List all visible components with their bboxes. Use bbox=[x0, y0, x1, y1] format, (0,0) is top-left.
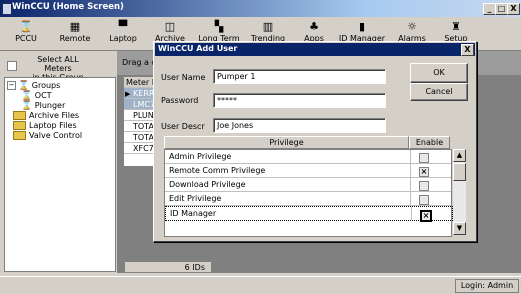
remote-icon: ▦ bbox=[69, 20, 81, 33]
privilege-name: Remote Comm Privilege bbox=[169, 166, 266, 175]
long-term-icon: ▚ bbox=[214, 20, 224, 33]
collapse-icon[interactable]: − bbox=[7, 81, 16, 90]
enable-column-header[interactable]: Enable bbox=[409, 136, 450, 149]
tree-item-oct[interactable]: ⌛ OCT bbox=[21, 91, 52, 101]
tree-label: Laptop Files bbox=[29, 121, 77, 130]
select-all-meters[interactable]: Select ALL Meters in this Group bbox=[5, 55, 110, 82]
meter-icon: ⌛ bbox=[21, 91, 33, 101]
dialog-title: WinCCU Add User bbox=[158, 44, 238, 53]
enable-checkbox[interactable] bbox=[419, 195, 429, 205]
privilege-name: ID Manager bbox=[170, 209, 217, 218]
tree-item-laptop-files[interactable]: Laptop Files bbox=[13, 121, 77, 131]
tree-item-archive-files[interactable]: Archive Files bbox=[13, 111, 79, 121]
user-descr-field[interactable]: Joe Jones bbox=[213, 118, 386, 133]
cancel-button[interactable]: Cancel bbox=[410, 83, 468, 101]
tree-label: Archive Files bbox=[29, 111, 80, 120]
id-count: 6 IDs bbox=[124, 261, 212, 273]
privilege-row[interactable]: Download Privilege bbox=[165, 178, 451, 192]
folder-icon bbox=[13, 111, 26, 120]
meter-icon: ⌛ bbox=[21, 101, 33, 111]
privilege-row[interactable]: Remote Comm Privilege × bbox=[165, 164, 451, 178]
laptop-icon: ▀ bbox=[118, 20, 128, 33]
tree-label: Valve Control bbox=[29, 131, 83, 140]
main-title-bar: WinCCU (Home Screen) _ □ X bbox=[0, 0, 521, 17]
window-title: WinCCU (Home Screen) bbox=[12, 2, 124, 12]
hourglass-icon: ⌛ bbox=[19, 20, 33, 33]
password-label: Password bbox=[161, 96, 199, 105]
privilege-row[interactable]: Admin Privilege bbox=[165, 150, 451, 164]
close-button[interactable]: X bbox=[507, 3, 520, 15]
user-descr-label: User Descr bbox=[161, 122, 205, 131]
privilege-row[interactable]: ID Manager × bbox=[165, 206, 453, 222]
privilege-row[interactable]: Edit Privilege bbox=[165, 192, 451, 206]
archive-icon: ◫ bbox=[164, 20, 176, 33]
privilege-column-header[interactable]: Privilege bbox=[164, 136, 409, 149]
pccu-label: PCCU bbox=[15, 34, 37, 43]
enable-checkbox[interactable] bbox=[419, 181, 429, 191]
dialog-title-bar: WinCCU Add User X bbox=[155, 43, 475, 56]
scroll-up-icon[interactable]: ▲ bbox=[453, 149, 466, 162]
select-all-label-line1: Select ALL Meters bbox=[37, 55, 79, 73]
tree-label: OCT bbox=[34, 91, 52, 100]
app-icon bbox=[2, 3, 12, 15]
tree-label: Groups bbox=[31, 81, 61, 90]
trending-icon: ▥ bbox=[262, 20, 274, 33]
group-tree: − ⌛ Groups ⌛ OCT ⌛ Plunger Archive Files … bbox=[4, 77, 116, 272]
tree-label: Plunger bbox=[34, 101, 66, 110]
privilege-name: Admin Privilege bbox=[169, 152, 232, 161]
enable-checkbox-checked[interactable]: × bbox=[420, 210, 432, 222]
remote-button[interactable]: ▦ Remote bbox=[52, 19, 98, 49]
user-name-label: User Name bbox=[161, 73, 206, 82]
enable-cell bbox=[410, 150, 452, 163]
enable-cell bbox=[410, 178, 452, 191]
tree-item-plunger[interactable]: ⌛ Plunger bbox=[21, 101, 65, 111]
groups-icon: ⌛ bbox=[18, 81, 30, 91]
privilege-list: Admin Privilege Remote Comm Privilege × … bbox=[164, 149, 453, 237]
pccu-button[interactable]: ⌛ PCCU bbox=[6, 19, 46, 49]
setup-icon: ♜ bbox=[451, 20, 461, 33]
ok-button[interactable]: OK bbox=[410, 63, 468, 83]
password-field[interactable]: ***** bbox=[213, 93, 386, 108]
remote-label: Remote bbox=[59, 34, 91, 43]
tree-item-groups[interactable]: − ⌛ Groups bbox=[7, 81, 60, 91]
enable-cell bbox=[410, 192, 452, 205]
laptop-button[interactable]: ▀ Laptop bbox=[104, 19, 142, 49]
login-status: Login: Admin bbox=[455, 279, 519, 293]
dialog-close-button[interactable]: X bbox=[461, 44, 474, 56]
scroll-thumb[interactable] bbox=[453, 163, 466, 181]
select-all-checkbox[interactable] bbox=[7, 61, 17, 71]
enable-checkbox[interactable] bbox=[419, 153, 429, 163]
folder-icon bbox=[13, 131, 26, 140]
status-bar bbox=[0, 276, 521, 294]
tree-item-valve-control[interactable]: Valve Control bbox=[13, 131, 82, 141]
id-manager-icon: ▮ bbox=[358, 20, 366, 33]
scroll-down-icon[interactable]: ▼ bbox=[453, 222, 466, 235]
apps-icon: ♣ bbox=[309, 20, 319, 33]
user-name-field[interactable]: Pumper 1 bbox=[213, 69, 386, 84]
laptop-label: Laptop bbox=[109, 34, 137, 43]
row-pointer-icon: ▶ bbox=[125, 90, 131, 98]
enable-cell bbox=[410, 164, 452, 177]
privilege-scrollbar[interactable]: ▲ ▼ bbox=[453, 149, 466, 235]
privilege-name: Edit Privilege bbox=[169, 194, 222, 203]
enable-cell bbox=[411, 207, 453, 220]
folder-icon bbox=[13, 121, 26, 130]
alarms-icon: ☼ bbox=[407, 20, 417, 33]
enable-checkbox-checked[interactable]: × bbox=[419, 167, 429, 177]
privilege-name: Download Privilege bbox=[169, 180, 246, 189]
